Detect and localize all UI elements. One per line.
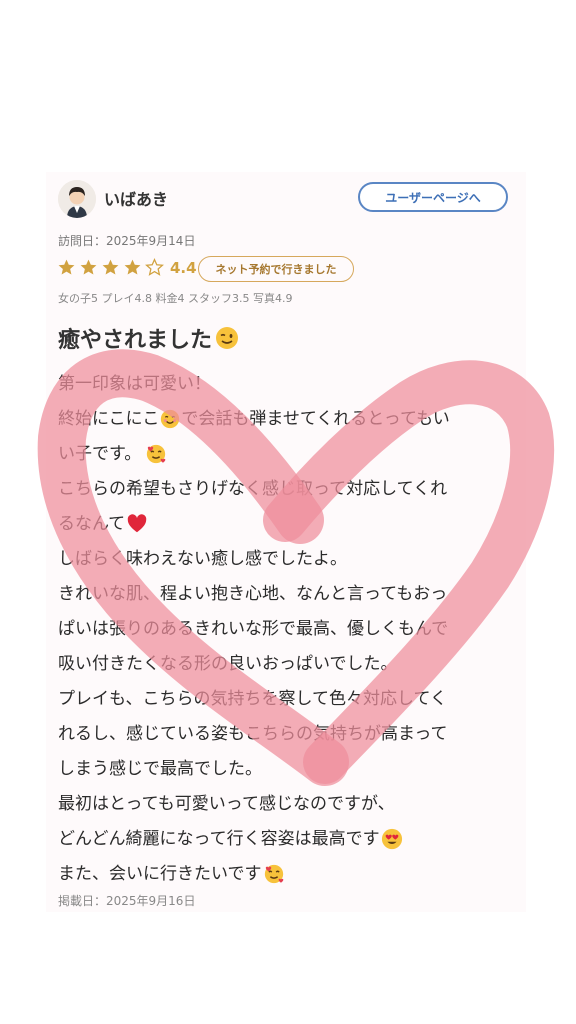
review-line: しまう感じで最高でした。 bbox=[58, 759, 262, 779]
review-line: ぱいは張りのあるきれいな形で最高、優しくもんで bbox=[58, 619, 449, 639]
review-line: 第一印象は可愛い！ bbox=[58, 374, 211, 394]
reservation-badge: ネット予約で行きました bbox=[198, 256, 354, 282]
review-line: 終始にこにこ で会話も弾ませてくれるとってもい bbox=[58, 409, 450, 429]
visit-date: 訪問日：2025年9月14日 bbox=[58, 234, 196, 248]
review-line: 最初はとっても可愛いって感じなのですが、 bbox=[58, 794, 395, 814]
review-line: るなんて bbox=[58, 512, 518, 547]
review-line: しばらく味わえない癒し感でしたよ。 bbox=[58, 549, 347, 569]
smiling-hearts-emoji-icon bbox=[147, 444, 166, 464]
username[interactable]: いばあき bbox=[104, 186, 168, 210]
user-page-button[interactable]: ユーザーページへ bbox=[358, 182, 508, 212]
red-heart-icon bbox=[127, 514, 147, 533]
review-title: 癒やされました bbox=[58, 322, 239, 354]
posted-date: 掲載日：2025年9月16日 bbox=[58, 894, 196, 908]
review-line: きれいな肌、程よい抱き心地、なんと言ってもおっ bbox=[58, 584, 448, 604]
subscores: 女の子5 プレイ4.8 料金4 スタッフ3.5 写真4.9 bbox=[58, 292, 293, 305]
review-title-text: 癒やされました bbox=[58, 328, 213, 353]
review-line: れるし、感じている姿もこちらの気持ちが高まって bbox=[58, 724, 448, 744]
heart-eyes-emoji-icon bbox=[381, 828, 402, 850]
avatar[interactable] bbox=[58, 180, 96, 218]
review-line: い子です。 bbox=[58, 442, 518, 477]
wink-emoji-icon bbox=[216, 327, 239, 349]
review-line: どんどん綺麗になって行く容姿は最高です bbox=[58, 827, 518, 862]
star-filled-icon bbox=[102, 259, 119, 275]
star-empty-icon bbox=[145, 258, 164, 276]
review-body: 第一印象は可愛い！ 終始にこにこ で会話も弾ませてくれるとってもい い子です。 こ… bbox=[58, 372, 518, 897]
star-filled-icon bbox=[124, 259, 141, 275]
review-line: こちらの希望もさりげなく感じ取って対応してくれ bbox=[58, 479, 448, 499]
smiling-emoji-icon bbox=[161, 409, 180, 429]
smiling-hearts-emoji-icon bbox=[264, 864, 283, 884]
review-line: プレイも、こちらの気持ちを察して色々対応してく bbox=[58, 689, 447, 709]
star-filled-icon bbox=[58, 259, 75, 275]
rating-value: 4.4 bbox=[170, 259, 197, 277]
star-filled-icon bbox=[80, 259, 97, 275]
star-rating bbox=[57, 258, 167, 277]
review-line: 吸い付きたくなる形の良いおっぱいでした。 bbox=[58, 654, 398, 674]
